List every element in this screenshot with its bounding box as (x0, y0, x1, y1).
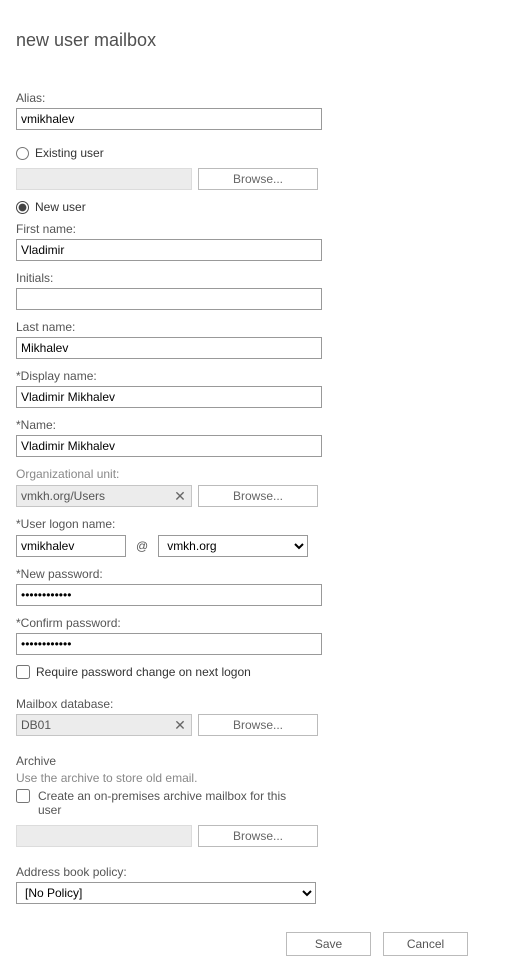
ou-input: vmkh.org/Users ✕ (16, 485, 192, 507)
cancel-button[interactable]: Cancel (383, 932, 468, 956)
mailbox-db-input: DB01 ✕ (16, 714, 192, 736)
archive-hint: Use the archive to store old email. (16, 771, 498, 785)
display-name-label: *Display name: (16, 369, 498, 383)
new-password-input[interactable] (16, 584, 322, 606)
archive-browse-button[interactable]: Browse... (198, 825, 318, 847)
require-change-checkbox[interactable] (16, 665, 30, 679)
existing-user-label: Existing user (35, 146, 104, 160)
archive-db-input (16, 825, 192, 847)
new-user-radio[interactable] (16, 201, 29, 214)
logon-at: @ (136, 539, 148, 553)
name-label: *Name: (16, 418, 498, 432)
first-name-label: First name: (16, 222, 498, 236)
new-password-label: *New password: (16, 567, 498, 581)
first-name-input[interactable] (16, 239, 322, 261)
existing-user-browse-button[interactable]: Browse... (198, 168, 318, 190)
mailbox-db-browse-button[interactable]: Browse... (198, 714, 318, 736)
ou-value: vmkh.org/Users (17, 489, 169, 503)
archive-checkbox-label: Create an on-premises archive mailbox fo… (38, 789, 308, 817)
ou-clear-icon[interactable]: ✕ (169, 486, 191, 506)
archive-heading: Archive (16, 754, 498, 768)
existing-user-radio[interactable] (16, 147, 29, 160)
mailbox-db-clear-icon[interactable]: ✕ (169, 715, 191, 735)
mailbox-db-value: DB01 (17, 718, 169, 732)
logon-name-input[interactable] (16, 535, 126, 557)
initials-input[interactable] (16, 288, 322, 310)
abp-label: Address book policy: (16, 865, 498, 879)
name-input[interactable] (16, 435, 322, 457)
confirm-password-input[interactable] (16, 633, 322, 655)
page-title: new user mailbox (16, 30, 498, 51)
display-name-input[interactable] (16, 386, 322, 408)
require-change-label: Require password change on next logon (36, 665, 251, 679)
existing-user-input (16, 168, 192, 190)
initials-label: Initials: (16, 271, 498, 285)
last-name-input[interactable] (16, 337, 322, 359)
logon-label: *User logon name: (16, 517, 498, 531)
ou-browse-button[interactable]: Browse... (198, 485, 318, 507)
alias-input[interactable] (16, 108, 322, 130)
new-user-label: New user (35, 200, 86, 214)
mailbox-db-label: Mailbox database: (16, 697, 498, 711)
alias-label: Alias: (16, 91, 498, 105)
logon-domain-select[interactable]: vmkh.org (158, 535, 308, 557)
last-name-label: Last name: (16, 320, 498, 334)
save-button[interactable]: Save (286, 932, 371, 956)
archive-checkbox[interactable] (16, 789, 30, 803)
confirm-password-label: *Confirm password: (16, 616, 498, 630)
abp-select[interactable]: [No Policy] (16, 882, 316, 904)
ou-label: Organizational unit: (16, 467, 498, 481)
